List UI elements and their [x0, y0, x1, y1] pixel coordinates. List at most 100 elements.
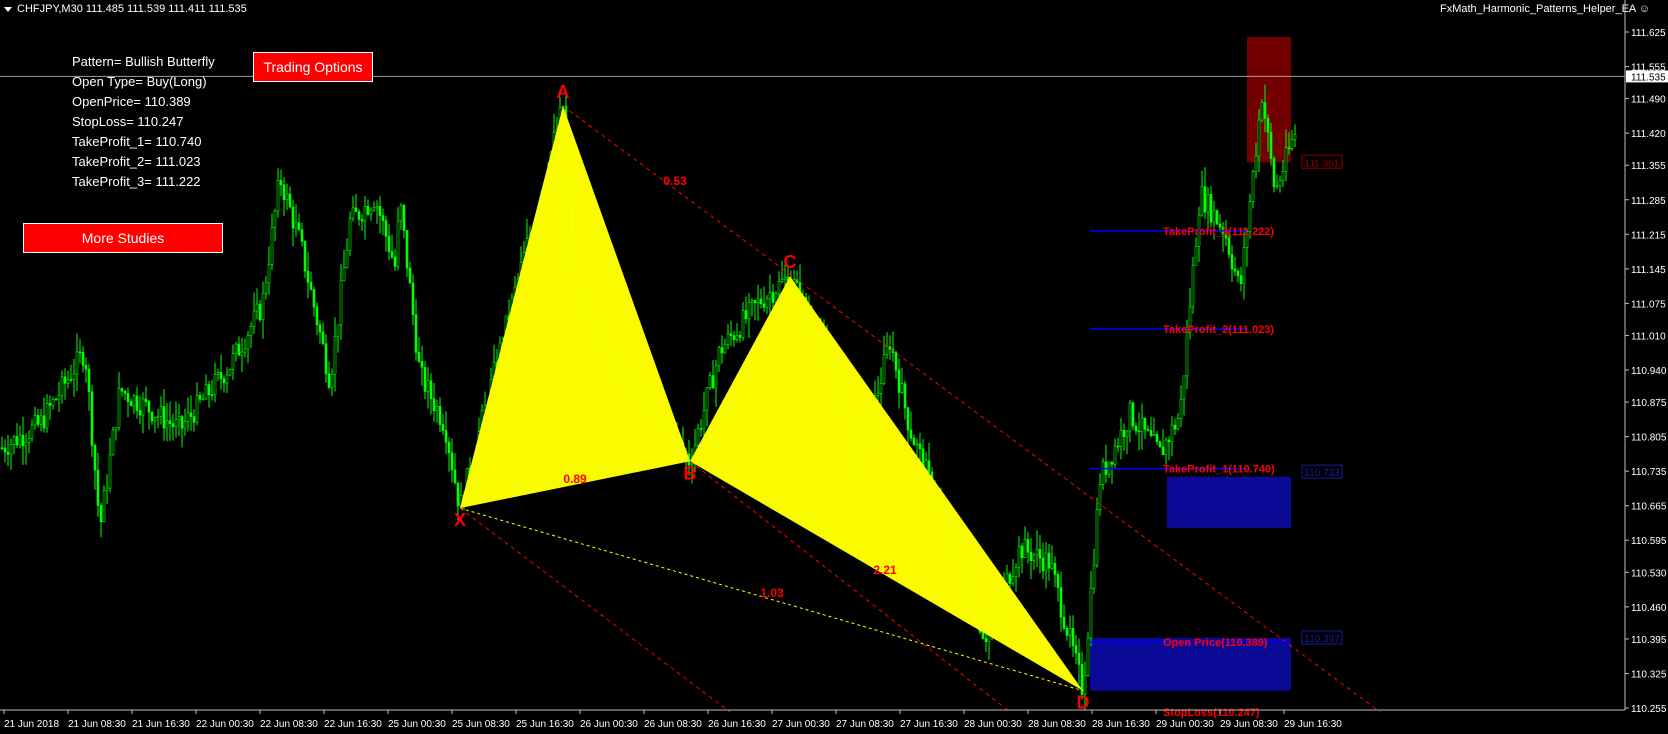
candle [225, 367, 229, 394]
candle-body [153, 417, 157, 422]
candle-body [15, 436, 19, 446]
candle-body [78, 351, 82, 354]
stoploss-target-zone [1247, 37, 1291, 163]
candle-body [1050, 563, 1054, 569]
more-studies-button[interactable]: More Studies [23, 223, 223, 253]
candle [912, 434, 916, 446]
candle [261, 281, 265, 339]
candle-body [327, 373, 331, 388]
candle-body [93, 445, 97, 471]
candle [18, 425, 22, 449]
y-tick-label: 111.490 [1631, 95, 1666, 106]
candle-body [264, 282, 268, 294]
x-tick-label: 25 Jun 08:30 [452, 719, 510, 730]
candle-body [360, 219, 364, 222]
x-tick-label: 29 Jun 16:30 [1284, 719, 1342, 730]
candle [1236, 268, 1240, 283]
candle [144, 386, 148, 407]
trading-options-button[interactable]: Trading Options [253, 52, 373, 82]
candle [288, 186, 292, 209]
candle [27, 430, 31, 454]
candle [363, 195, 367, 240]
candle-body [1047, 552, 1051, 569]
candle [78, 339, 82, 364]
candle [222, 375, 226, 393]
candle [1023, 526, 1027, 558]
candle-body [6, 451, 10, 455]
candle-body [753, 300, 757, 304]
candle [228, 368, 232, 377]
y-tick-label: 111.145 [1631, 265, 1666, 276]
candle-body [906, 407, 910, 431]
candle-body [984, 638, 988, 642]
y-tick-label: 110.530 [1631, 568, 1667, 579]
candle [879, 367, 883, 409]
candle [162, 388, 166, 442]
candle [66, 370, 70, 389]
candle-body [84, 364, 88, 370]
candle [303, 240, 307, 279]
candle-body [1017, 545, 1021, 568]
candle-body [27, 438, 31, 443]
candle [732, 330, 736, 347]
candle [159, 396, 163, 425]
x-tick-label: 26 Jun 16:30 [708, 719, 766, 730]
candle-body [729, 333, 733, 336]
candle [900, 367, 904, 394]
x-tick-label: 28 Jun 08:30 [1028, 719, 1086, 730]
candle-body [195, 395, 199, 423]
candle-body [876, 393, 880, 396]
candle [1230, 244, 1234, 283]
candle-body [1038, 548, 1042, 559]
candle [336, 324, 340, 353]
candle [204, 374, 208, 400]
candle-body [48, 402, 52, 406]
candle-body [1035, 548, 1039, 556]
candle [1128, 399, 1132, 443]
candle-body [72, 373, 76, 381]
candle [1293, 124, 1297, 147]
candle-body [1128, 402, 1132, 432]
candle [1233, 256, 1237, 277]
candle-body [1113, 445, 1117, 465]
candle [345, 238, 349, 269]
candle-body [408, 267, 412, 284]
candle [135, 386, 139, 419]
candle [198, 391, 202, 404]
candle [1107, 461, 1111, 479]
candle-body [258, 303, 262, 321]
candle-body [312, 289, 316, 308]
candle-body [123, 390, 127, 394]
candle-body [777, 281, 781, 295]
candle-body [294, 222, 298, 229]
candle-body [732, 335, 736, 340]
candle [759, 288, 763, 309]
ratio-label: 0.53 [663, 174, 687, 188]
y-tick-label: 110.325 [1631, 669, 1667, 680]
candle-body [1293, 134, 1297, 140]
candle [231, 344, 235, 381]
x-tick-label: 25 Jun 16:30 [516, 719, 574, 730]
candle [894, 350, 898, 379]
candle-body [426, 380, 430, 392]
pattern-point-x: X [454, 510, 466, 530]
candle-body [303, 241, 307, 272]
candle [1110, 461, 1114, 484]
candle-body [711, 375, 715, 389]
candle [777, 271, 781, 298]
price-chart[interactable]: 0.530.892.211.03XABCD TakeProfit_3(111.2… [0, 0, 1668, 734]
candle [1242, 227, 1246, 300]
x-tick-label: 21 Jun 16:30 [132, 719, 190, 730]
takeprofit-zone [1167, 476, 1291, 528]
candle-body [348, 218, 352, 251]
candle-body [51, 398, 55, 406]
candle-body [9, 444, 13, 455]
candle-body [246, 335, 250, 350]
candle-body [234, 343, 238, 354]
candle [429, 373, 433, 415]
candle [156, 408, 160, 429]
candle-body [453, 469, 457, 484]
candle [765, 294, 769, 315]
candle-body [252, 310, 256, 327]
candle [216, 368, 220, 382]
